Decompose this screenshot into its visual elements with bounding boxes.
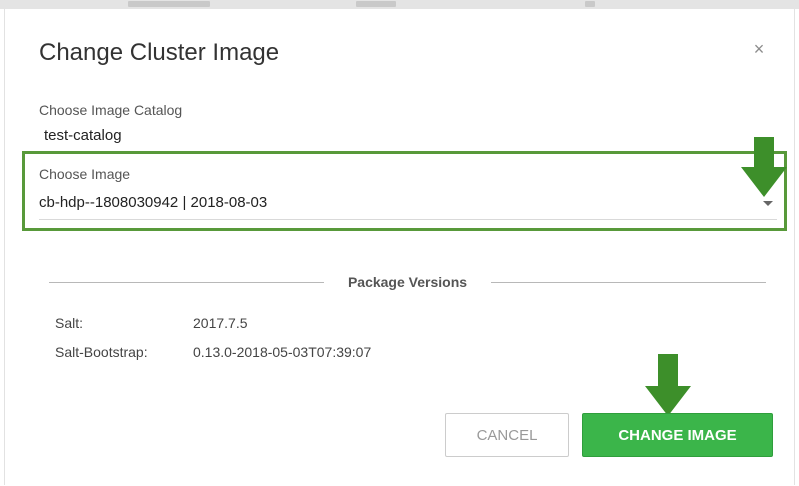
package-version-salt-bootstrap: 0.13.0-2018-05-03T07:39:07 — [193, 344, 372, 360]
arrow-down-icon — [645, 354, 691, 416]
change-image-button[interactable]: CHANGE IMAGE — [582, 413, 773, 457]
close-icon[interactable]: × — [749, 39, 769, 59]
background-page-strip — [0, 0, 799, 9]
section-divider — [49, 282, 324, 283]
background-text-fragment — [356, 1, 396, 7]
section-divider — [491, 282, 766, 283]
arrow-down-icon — [741, 137, 787, 197]
change-image-dialog: Change Cluster Image × Choose Image Cata… — [4, 9, 795, 485]
background-text-fragment — [128, 1, 210, 7]
cancel-button[interactable]: CANCEL — [445, 413, 569, 457]
image-select[interactable]: cb-hdp--1808030942 | 2018-08-03 — [39, 191, 777, 220]
dialog-title: Change Cluster Image — [39, 39, 280, 66]
package-versions-title: Package Versions — [347, 274, 468, 290]
package-name-salt-bootstrap: Salt-Bootstrap: — [55, 344, 148, 360]
image-catalog-value: test-catalog — [44, 127, 122, 144]
image-select-label: Choose Image — [39, 166, 131, 182]
background-text-fragment — [585, 1, 595, 7]
image-select-value: cb-hdp--1808030942 | 2018-08-03 — [39, 194, 268, 211]
chevron-down-icon — [763, 201, 773, 206]
package-name-salt: Salt: — [55, 315, 84, 331]
package-version-salt: 2017.7.5 — [193, 315, 248, 331]
image-catalog-label: Choose Image Catalog — [39, 102, 183, 118]
